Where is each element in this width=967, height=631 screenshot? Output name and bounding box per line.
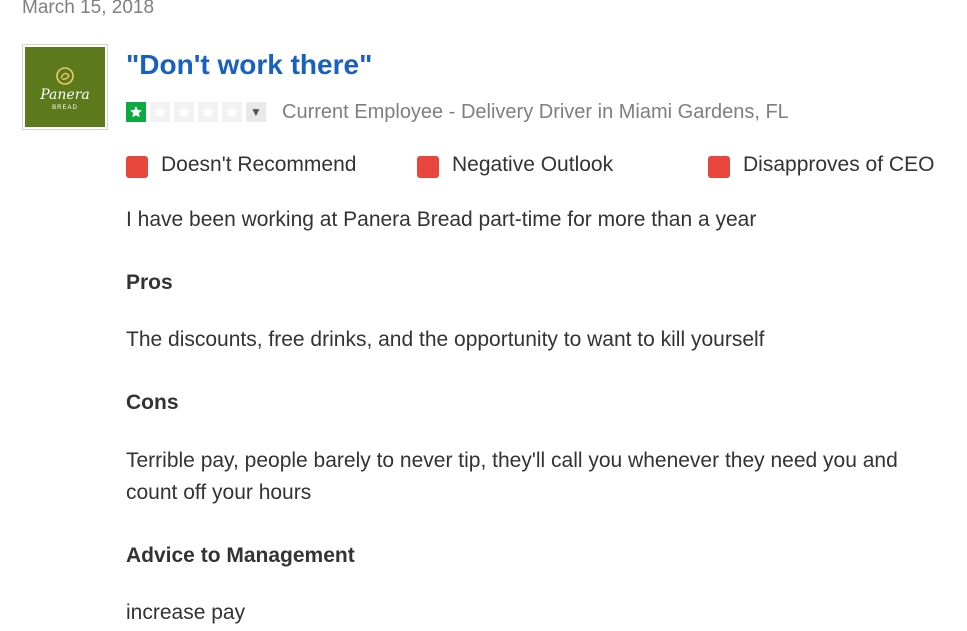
logo-wordmark: Panera [40,87,90,103]
pros-text: The discounts, free drinks, and the oppo… [126,328,765,351]
review-date: March 15, 2018 [22,0,155,18]
star-icon [222,102,242,122]
review-summary: I have been working at Panera Bread part… [126,208,757,231]
flag-ceo: Disapproves of CEO [708,152,934,178]
star-icon [150,102,170,122]
cons-heading: Cons [126,391,179,414]
advice-text: increase pay [126,601,246,624]
logo-subword: BREAD [52,105,78,111]
pros-heading: Pros [126,271,173,294]
red-square-icon [126,155,148,178]
company-logo[interactable]: Panera BREAD [22,44,108,130]
flag-recommend: Doesn't Recommend [126,152,356,178]
red-square-icon [417,155,439,178]
star-icon [126,102,146,122]
cons-text: Terrible pay, people barely to never tip… [126,449,898,504]
review-title-link[interactable]: "Don't work there" [126,48,372,82]
chevron-down-icon[interactable]: ▼ [246,102,266,122]
red-square-icon [708,155,730,178]
panera-emblem-icon [56,67,74,85]
reviewer-role: Current Employee - Delivery Driver in Mi… [282,101,789,123]
panera-logo-image: Panera BREAD [25,47,105,127]
star-icon [174,102,194,122]
advice-heading: Advice to Management [126,544,355,567]
flag-outlook: Negative Outlook [417,152,613,178]
star-rating[interactable]: ▼ [126,102,266,122]
flag-label: Doesn't Recommend [161,153,357,176]
flag-label: Negative Outlook [452,153,614,176]
flag-label: Disapproves of CEO [743,153,935,176]
star-icon [198,102,218,122]
